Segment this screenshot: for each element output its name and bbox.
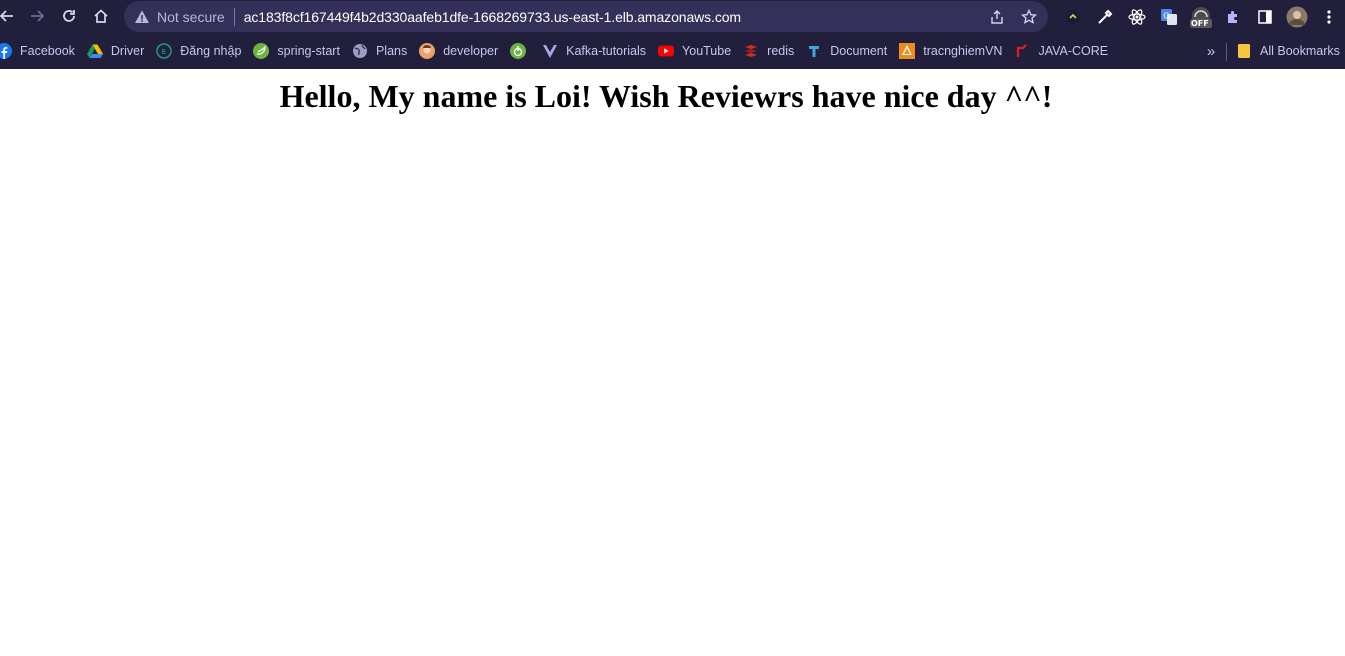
bookmark-tracnghiemvn[interactable]: tracnghiemVN [899,38,1008,64]
bookmark-label: Plans [375,44,408,58]
home-icon[interactable] [88,3,114,29]
more-bookmarks-button[interactable]: » [1201,38,1221,64]
extensions-area: G OFF [1060,0,1342,33]
vuejs-icon [542,43,558,59]
forward-arrow-icon[interactable] [24,3,50,29]
react-devtools-icon[interactable] [1124,4,1150,30]
all-bookmarks-button[interactable]: All Bookmarks [1236,38,1340,64]
bookmark-label: redis [767,44,795,58]
bookmark-label: Driver [110,44,145,58]
bookmark-label: Document [830,44,888,58]
folder-icon [1236,43,1252,59]
divider [233,7,235,26]
login-icon: B [156,43,172,59]
bookmark-driver[interactable]: Driver [86,38,150,64]
bookmark-spring-boot[interactable] [510,38,540,64]
bookmark--ng-nh-p[interactable]: B Đăng nhập [156,38,247,64]
developer-avatar-icon [419,43,436,59]
globe-icon [352,43,368,59]
side-panel-icon[interactable] [1252,4,1278,30]
puzzle-extensions-icon[interactable] [1220,4,1246,30]
kebab-menu-icon[interactable] [1316,4,1342,30]
bookmark-label: YouTube [682,44,732,58]
bookmarks-bar: Facebook Driver B Đăng nhập spring-start Plan… [0,33,1345,69]
bookmark-label: JAVA-CORE [1038,44,1109,58]
bookmark-facebook[interactable]: Facebook [0,38,81,64]
spring-icon [253,43,270,59]
bookmark-label: spring-start [277,44,340,58]
reload-icon[interactable] [56,3,82,29]
bookmark-label: Facebook [20,44,75,58]
page-content: Hello, My name is Loi! Wish Reviewrs hav… [0,69,1345,656]
document-icon [806,43,822,59]
bookmark-list: Facebook Driver B Đăng nhập spring-start Plan… [0,38,1120,64]
bookmark-label: Kafka-tutorials [566,44,647,58]
share-icon[interactable] [986,6,1008,28]
bookmark-label: tracnghiemVN [923,44,1003,58]
bookmark-java-core[interactable]: JAVA-CORE [1014,38,1114,64]
bookmark-label: developer [443,44,499,58]
facebook-icon [0,43,12,59]
profile-avatar[interactable] [1284,4,1310,30]
extension-badge: OFF [1191,18,1209,28]
bookmark-plans[interactable]: Plans [352,38,413,64]
eyedropper-icon[interactable] [1092,4,1118,30]
redis-icon [743,43,759,59]
bookmark-youtube[interactable]: YouTube [658,38,737,64]
speedometer-off-icon[interactable]: OFF [1188,4,1214,30]
google-translate-icon[interactable]: G [1156,4,1182,30]
page-heading: Hello, My name is Loi! Wish Reviewrs hav… [279,78,1053,114]
star-icon[interactable] [1018,6,1040,28]
youtube-icon [658,43,675,59]
security-label[interactable]: Not secure [157,9,225,25]
bookmark-kafka-tutorials[interactable]: Kafka-tutorials [542,38,652,64]
bookmark-label: Đăng nhập [180,44,242,58]
java-icon [1014,43,1030,59]
divider [1226,43,1227,61]
tracnghiem-icon [899,43,916,59]
svg-text:G: G [1163,11,1169,20]
url-text[interactable]: ac183f8cf167449f4b2d330aafeb1dfe-1668269… [244,9,741,25]
browser-toolbar: Not secure ac183f8cf167449f4b2d330aafeb1… [0,0,1345,33]
bookmark-spring-start[interactable]: spring-start [253,38,346,64]
bookmark-redis[interactable]: redis [743,38,800,64]
warning-icon[interactable] [134,9,150,25]
bookmark-developer[interactable]: developer [419,38,504,64]
back-arrow-icon[interactable] [0,3,20,29]
spring-boot-icon [510,43,527,59]
address-bar[interactable]: Not secure ac183f8cf167449f4b2d330aafeb1… [124,1,1048,32]
all-bookmarks-label: All Bookmarks [1260,44,1340,58]
extension-green-icon[interactable] [1060,4,1086,30]
svg-text:B: B [161,48,166,56]
bookmark-document[interactable]: Document [806,38,893,64]
google-drive-icon [86,43,103,59]
